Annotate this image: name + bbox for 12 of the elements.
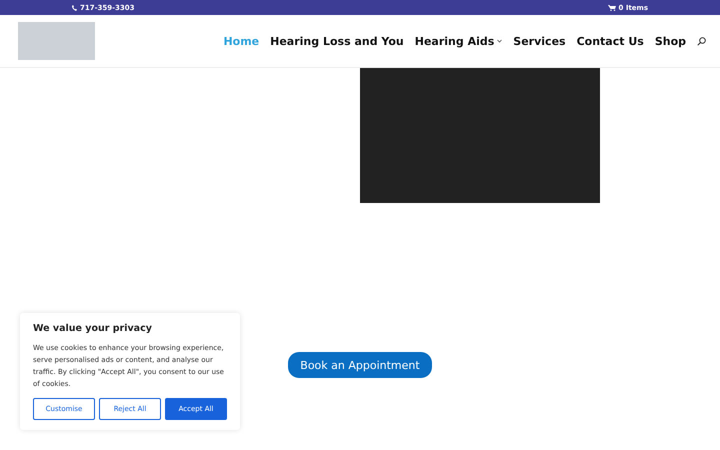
nav-link[interactable]: Services [513,34,566,48]
nav-link[interactable]: Hearing Loss and You [270,34,404,48]
nav-link[interactable]: Contact Us [576,34,644,48]
book-appointment-button[interactable]: Book an Appointment [288,352,432,378]
nav-link[interactable]: Shop [654,34,686,48]
video-player[interactable] [360,68,600,203]
cart-icon [608,4,616,10]
phone-icon [72,4,77,10]
nav-link[interactable]: Hearing Aids [414,34,502,48]
logo[interactable] [18,22,95,60]
cookie-title: We value your privacy [33,323,153,334]
search-icon[interactable] [697,36,706,46]
